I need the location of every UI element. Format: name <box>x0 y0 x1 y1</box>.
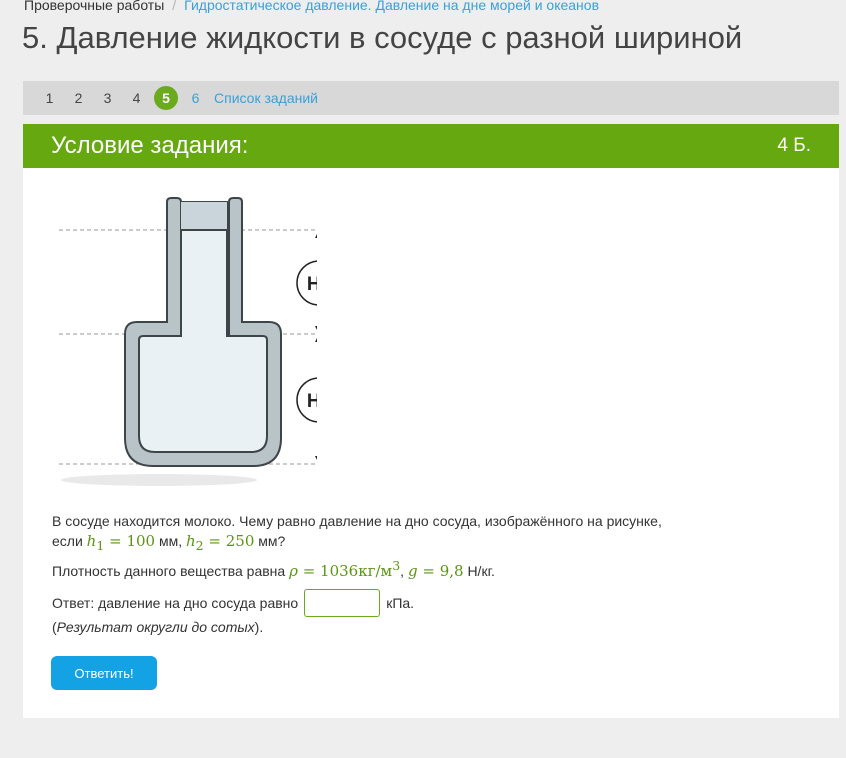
h1-unit: мм <box>158 533 179 549</box>
vessel-figure: H1 H2 <box>59 197 317 486</box>
answer-row: Ответ: давление на дно сосуда равно кПа. <box>52 589 414 617</box>
math-h1: h1 = 100 <box>86 532 156 553</box>
rho-symbol: ρ <box>289 562 298 580</box>
pager-item-6[interactable]: 6 <box>181 90 210 106</box>
task-line-2: если h1 = 100 мм, h2 = 250 мм? <box>52 532 286 553</box>
arrow-h1-bottom <box>315 326 317 330</box>
hint-close: ). <box>254 619 264 635</box>
rho-exponent: 3 <box>392 558 401 573</box>
answer-unit: кПа. <box>386 595 415 611</box>
task-line-3: Плотность данного вещества равна ρ = 103… <box>52 558 495 580</box>
answer-input[interactable] <box>304 589 381 617</box>
answer-label: Ответ: давление на дно сосуда равно <box>52 595 299 611</box>
task-line-1: В сосуде находится молоко. Чему равно да… <box>52 513 662 529</box>
math-rho: ρ = 1036кг/м3 <box>289 558 401 580</box>
task-text: В сосуде находится молоко. Чему равно да… <box>52 511 702 581</box>
h2-value: 250 <box>225 532 255 550</box>
h1-label: H1 <box>307 274 317 295</box>
arrow-h2-top <box>315 338 317 342</box>
task-header-title: Условие задания: <box>51 132 249 159</box>
task-list-link[interactable]: Список заданий <box>214 90 318 106</box>
task-header: Условие задания: 4 Б. <box>23 124 839 168</box>
neck-air <box>181 202 227 230</box>
breadcrumb-current-link[interactable]: Гидростатическое давление. Давление на д… <box>184 0 599 13</box>
math-g: g = 9,8 <box>407 562 464 580</box>
rho-value: 1036 <box>320 562 359 580</box>
task-pager: 1 2 3 4 5 6 Список заданий <box>23 81 839 115</box>
vessel-shadow <box>61 474 257 486</box>
hint-text: Результат округли до сотых <box>56 619 255 635</box>
breadcrumb-root-link[interactable]: Проверочные работы <box>24 0 164 13</box>
g-unit: Н/кг. <box>467 563 495 579</box>
arrow-h1-top <box>315 234 317 238</box>
page-title: 5. Давление жидкости в сосуде с разной ш… <box>22 20 743 55</box>
h2-unit: мм? <box>258 533 286 549</box>
arrow-h2-bottom <box>315 456 317 460</box>
h2-subscript: 2 <box>195 538 204 553</box>
pager-item-3[interactable]: 3 <box>93 90 122 106</box>
h1-subscript: 1 <box>96 538 105 553</box>
h2-label: H2 <box>307 391 317 412</box>
task-points: 4 Б. <box>777 135 811 156</box>
breadcrumb-separator: / <box>172 0 177 13</box>
h1-symbol: h <box>86 532 97 550</box>
g-value: 9,8 <box>439 562 464 580</box>
task-line-3-prefix: Плотность данного вещества равна <box>52 563 286 579</box>
rounding-hint: (Результат округли до сотых). <box>52 619 263 635</box>
rho-unit: кг/м <box>358 562 393 580</box>
milk-liquid <box>138 229 268 453</box>
pager-item-2[interactable]: 2 <box>64 90 93 106</box>
pager-item-1[interactable]: 1 <box>35 90 64 106</box>
pager-item-4[interactable]: 4 <box>122 90 151 106</box>
h1-value: 100 <box>126 532 156 550</box>
task-line-2-prefix: если <box>52 533 83 549</box>
task-card: Условие задания: 4 Б. H1 H2 В сосуде нах… <box>23 124 839 718</box>
g-symbol: g <box>407 562 418 580</box>
math-h2: h2 = 250 <box>186 532 255 553</box>
h2-symbol: h <box>186 532 196 550</box>
pager-item-5-active[interactable]: 5 <box>154 86 178 110</box>
breadcrumb: Проверочные работы / Гидростатическое давл… <box>24 0 599 13</box>
submit-answer-button[interactable]: Ответить! <box>51 656 157 690</box>
